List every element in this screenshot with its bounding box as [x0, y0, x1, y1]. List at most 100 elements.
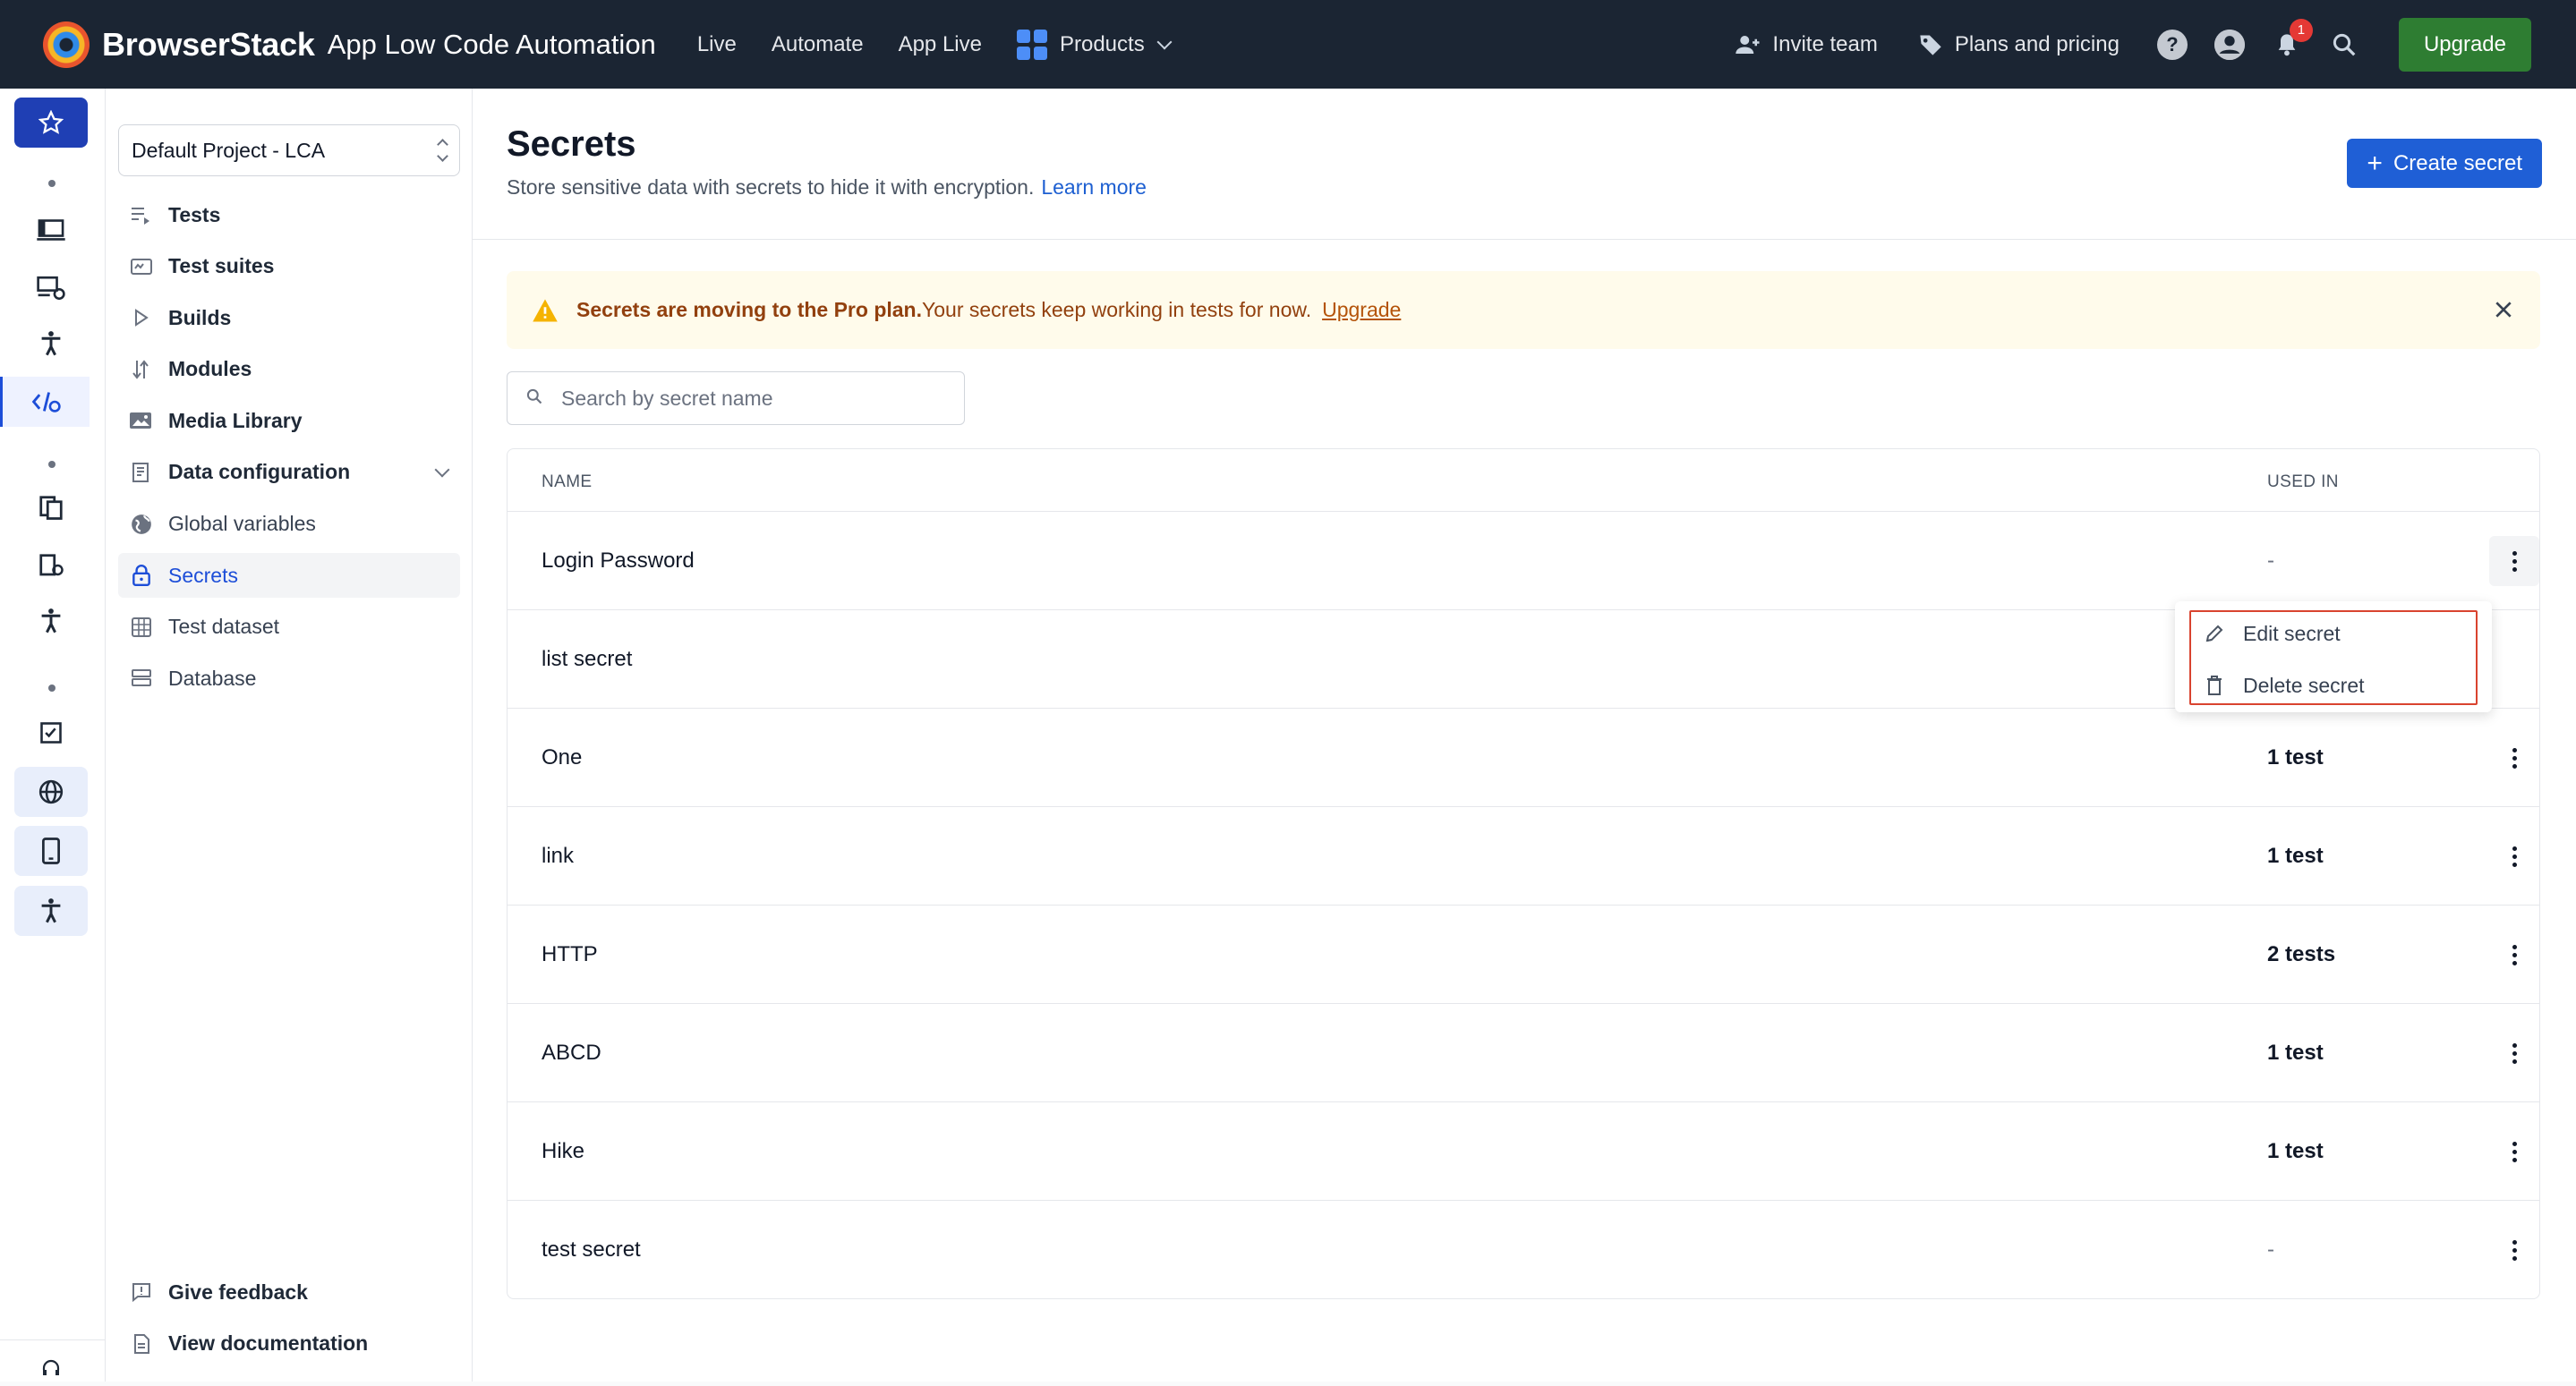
rail-mobile-icon[interactable]	[14, 826, 88, 876]
create-secret-button[interactable]: + Create secret	[2347, 139, 2542, 188]
brand[interactable]: BrowserStack App Low Code Automation	[43, 21, 656, 68]
table-row[interactable]: One 1 test	[508, 709, 2539, 807]
table-row[interactable]: link 1 test	[508, 807, 2539, 906]
rail-accessibility-icon[interactable]	[14, 886, 88, 936]
table-row[interactable]: ABCD 1 test	[508, 1004, 2539, 1102]
secret-name: list secret	[542, 647, 633, 671]
search-input[interactable]	[561, 386, 937, 411]
tests-icon	[129, 202, 154, 227]
document-icon	[129, 1331, 154, 1356]
sidebar-item-secrets[interactable]: Secrets	[118, 553, 460, 599]
sidebar-item-global-variables[interactable]: Global variables	[118, 502, 460, 547]
sidebar-item-label: Test suites	[168, 254, 275, 278]
project-selector-value: Default Project - LCA	[132, 138, 326, 162]
row-actions-kebab-icon[interactable]	[2489, 930, 2539, 980]
rail-app-automate-icon[interactable]	[14, 540, 88, 591]
sidebar-item-data-configuration[interactable]: Data configuration	[118, 450, 460, 495]
chevron-down-icon[interactable]	[434, 462, 450, 478]
project-selector[interactable]: Default Project - LCA	[118, 124, 460, 176]
secret-name: Login Password	[542, 548, 695, 573]
secret-search-field[interactable]	[507, 371, 965, 425]
products-menu[interactable]: Products	[1016, 29, 1173, 60]
rail-automate-icon[interactable]	[14, 263, 88, 313]
table-row[interactable]: test secret -	[508, 1201, 2539, 1299]
sidebar-item-label: Tests	[168, 202, 221, 226]
row-actions-kebab-icon[interactable]	[2489, 536, 2539, 586]
top-right-actions: Invite team Plans and pricing ? 1 Upgrad…	[1733, 17, 2531, 72]
rail-separator-dot	[48, 180, 55, 187]
secret-used-in: 1 test	[2267, 844, 2324, 868]
play-icon	[129, 305, 154, 330]
product-icon-rail	[0, 89, 106, 1382]
upgrade-button[interactable]: Upgrade	[2398, 17, 2531, 72]
chevron-down-icon	[1156, 34, 1173, 49]
rail-app-live-icon[interactable]	[14, 482, 88, 532]
table-row[interactable]: Login Password -	[508, 512, 2539, 610]
sidebar-item-tests[interactable]: Tests	[118, 192, 460, 237]
header-divider	[473, 239, 2576, 240]
plans-pricing-link[interactable]: Plans and pricing	[1915, 30, 2120, 60]
table-row[interactable]: HTTP 2 tests	[508, 906, 2539, 1004]
trash-icon	[2202, 673, 2227, 698]
sidebar-item-test-dataset[interactable]: Test dataset	[118, 605, 460, 650]
sidebar-item-builds[interactable]: Builds	[118, 295, 460, 340]
rail-web-globe-icon[interactable]	[14, 767, 88, 817]
rail-accessibility-icon[interactable]	[14, 319, 88, 369]
delete-secret-label: Delete secret	[2243, 673, 2365, 697]
banner-upgrade-link[interactable]: Upgrade	[1322, 298, 1401, 322]
notifications-bell-icon[interactable]: 1	[2272, 18, 2313, 60]
learn-more-link[interactable]: Learn more	[1041, 175, 1147, 199]
row-actions-kebab-icon[interactable]	[2489, 733, 2539, 783]
row-actions-kebab-icon[interactable]	[2489, 831, 2539, 881]
give-feedback-link[interactable]: Give feedback	[118, 1270, 460, 1314]
row-actions-kebab-icon[interactable]	[2489, 1127, 2539, 1177]
page-title: Secrets	[507, 124, 636, 164]
invite-team-button[interactable]: Invite team	[1733, 30, 1878, 60]
secret-name: link	[542, 844, 575, 868]
rail-favorites-star-icon[interactable]	[14, 98, 88, 148]
edit-secret-menu-item[interactable]: Edit secret	[2202, 614, 2341, 653]
brand-name: BrowserStack	[102, 25, 315, 63]
sidebar-item-label: Data configuration	[168, 460, 351, 484]
row-actions-kebab-icon[interactable]	[2489, 1225, 2539, 1275]
test-suites-icon	[129, 254, 154, 279]
products-label: Products	[1059, 31, 1145, 56]
sidebar-item-database[interactable]: Database	[118, 656, 460, 701]
secret-name: Hike	[542, 1139, 585, 1163]
secret-used-in: -	[2267, 548, 2274, 573]
row-actions-kebab-icon[interactable]	[2489, 1028, 2539, 1078]
column-header-name: NAME	[542, 472, 593, 491]
data-config-icon	[129, 460, 154, 485]
edit-secret-label: Edit secret	[2243, 621, 2341, 645]
main-content: Secrets Store sensitive data with secret…	[473, 89, 2576, 1382]
delete-secret-menu-item[interactable]: Delete secret	[2202, 666, 2365, 705]
column-header-used-in: USED IN	[2267, 472, 2339, 491]
rail-test-management-icon[interactable]	[14, 708, 88, 758]
secret-used-in: 1 test	[2267, 1139, 2324, 1163]
close-icon[interactable]	[2488, 294, 2519, 325]
rail-support-headset-icon[interactable]	[14, 1350, 88, 1386]
page-subtitle: Store sensitive data with secrets to hid…	[507, 175, 1147, 200]
rail-live-icon[interactable]	[14, 205, 88, 255]
nav-automate[interactable]: Automate	[772, 32, 864, 57]
nav-live[interactable]: Live	[697, 32, 737, 57]
nav-app-live[interactable]: App Live	[899, 32, 982, 57]
sidebar-item-modules[interactable]: Modules	[118, 347, 460, 392]
secret-name: ABCD	[542, 1041, 601, 1065]
feedback-icon	[129, 1280, 154, 1305]
sidebar-item-label: Global variables	[168, 512, 316, 536]
rail-low-code-icon[interactable]	[0, 377, 90, 427]
table-row[interactable]: Hike 1 test	[508, 1102, 2539, 1201]
search-icon[interactable]	[2329, 30, 2359, 60]
sidebar-item-media-library[interactable]: Media Library	[118, 398, 460, 443]
sidebar-item-label: Database	[168, 666, 257, 690]
give-feedback-label: Give feedback	[168, 1280, 308, 1304]
secret-name: test secret	[542, 1237, 641, 1262]
rail-app-accessibility-icon[interactable]	[14, 596, 88, 646]
project-sidebar: Default Project - LCA Tests Test suites …	[106, 89, 473, 1382]
view-documentation-link[interactable]: View documentation	[118, 1322, 460, 1366]
help-icon[interactable]: ?	[2156, 29, 2188, 60]
sidebar-item-label: Secrets	[168, 563, 238, 587]
account-icon[interactable]	[2213, 29, 2245, 60]
sidebar-item-test-suites[interactable]: Test suites	[118, 244, 460, 289]
